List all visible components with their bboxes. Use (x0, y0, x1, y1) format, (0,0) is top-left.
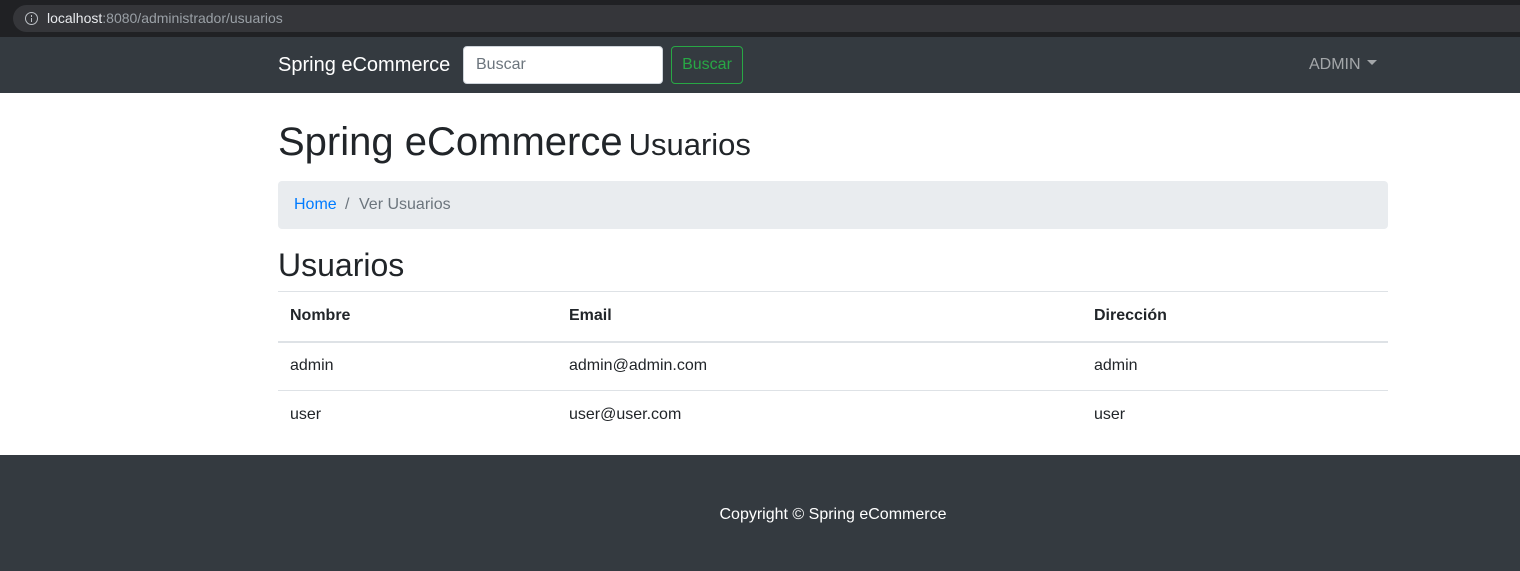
table-header-row: Nombre Email Dirección (278, 291, 1388, 343)
url-host: localhost (47, 10, 103, 26)
breadcrumb-home-link[interactable]: Home (294, 196, 337, 214)
cell-email: admin@admin.com (569, 357, 708, 375)
url-box[interactable]: localhost:8080/administrador/usuarios (13, 5, 1520, 32)
footer-copyright: Copyright © Spring eCommerce (719, 506, 947, 523)
url-text[interactable]: localhost:8080/administrador/usuarios (47, 10, 283, 26)
cell-direccion: admin (1094, 357, 1138, 375)
cell-nombre: admin (290, 357, 334, 375)
table-row: user user@user.com user (278, 390, 1388, 440)
page-title-sub: Usuarios (628, 127, 751, 162)
breadcrumb-separator: / (345, 196, 350, 213)
url-path: :8080/administrador/usuarios (102, 10, 283, 26)
breadcrumb-active: Ver Usuarios (359, 196, 451, 213)
page-title: Spring eCommerce Usuarios (278, 120, 751, 165)
caret-down-icon (1366, 60, 1377, 66)
users-table: Nombre Email Dirección admin admin@admin… (278, 291, 1388, 440)
navbar: Spring eCommerce Buscar ADMIN (0, 37, 1520, 93)
cell-email: user@user.com (557, 390, 1082, 440)
cell-nombre: user (278, 390, 557, 440)
table-row: admin admin@admin.com admin (278, 342, 1388, 391)
breadcrumb: Home / Ver Usuarios (278, 181, 1388, 229)
footer: Copyright © Spring eCommerce (0, 455, 1520, 571)
search-input[interactable] (463, 46, 663, 84)
column-header-direccion: Dirección (1082, 291, 1388, 343)
column-header-nombre: Nombre (278, 291, 557, 343)
section-title: Usuarios (278, 247, 405, 283)
navbar-brand[interactable]: Spring eCommerce (278, 54, 450, 77)
page-title-main: Spring eCommerce (278, 120, 623, 164)
search-button[interactable]: Buscar (671, 46, 743, 84)
browser-address-bar: localhost:8080/administrador/usuarios (0, 0, 1520, 37)
column-header-email: Email (557, 291, 1082, 343)
admin-dropdown-label: ADMIN (1309, 56, 1361, 73)
cell-direccion: user (1082, 390, 1388, 440)
admin-dropdown[interactable]: ADMIN (1309, 56, 1377, 74)
info-icon[interactable] (25, 12, 38, 25)
